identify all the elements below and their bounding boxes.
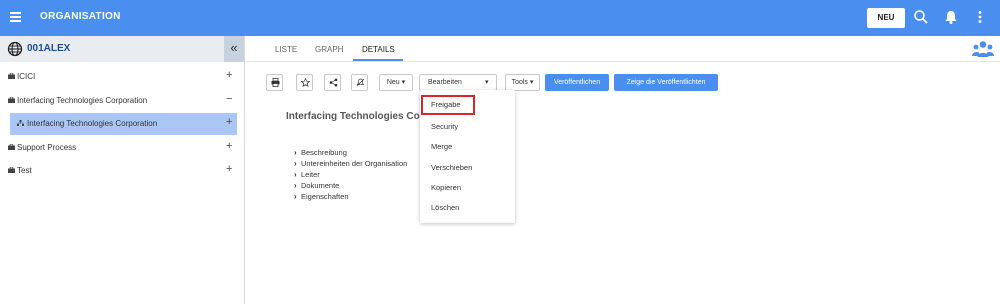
section-untereinheiten[interactable]: › Untereinheiten der Organisation bbox=[294, 159, 407, 170]
section-label: Beschreibung bbox=[301, 148, 347, 157]
menu-icon[interactable] bbox=[10, 12, 21, 22]
chevron-right-icon: › bbox=[294, 192, 297, 201]
section-dokumente[interactable]: › Dokumente bbox=[294, 181, 407, 192]
tab-details[interactable]: DETAILS bbox=[362, 45, 395, 54]
new-button[interactable]: NEU bbox=[867, 8, 905, 28]
details-sections: › Beschreibung › Untereinheiten der Organi… bbox=[294, 148, 407, 203]
briefcase-icon bbox=[8, 97, 15, 103]
sidebar-item-label: ICICI bbox=[17, 72, 36, 81]
bell-icon[interactable] bbox=[943, 9, 959, 25]
expand-toggle[interactable]: + bbox=[226, 140, 232, 152]
users-group-icon[interactable] bbox=[972, 40, 994, 58]
section-leiter[interactable]: › Leiter bbox=[294, 170, 407, 181]
chevron-right-icon: › bbox=[294, 159, 297, 168]
star-icon bbox=[301, 78, 310, 87]
sidebar: 001ALEX « ICICI + Interfacing Technologi… bbox=[0, 36, 245, 304]
no-notification-icon bbox=[356, 78, 365, 87]
sidebar-item-label: Test bbox=[17, 166, 32, 175]
collapse-sidebar-button[interactable]: « bbox=[224, 36, 244, 62]
show-published-button[interactable]: Zeige die Veröffentlichten bbox=[614, 74, 718, 91]
bearbeiten-label: Bearbeiten bbox=[428, 79, 462, 86]
expand-toggle[interactable]: + bbox=[226, 69, 232, 81]
neu-dropdown-button[interactable]: Neu ▾ bbox=[379, 74, 413, 91]
menu-item-kopieren[interactable]: Kopieren bbox=[420, 178, 515, 198]
publish-button[interactable]: Veröffentlichen bbox=[545, 74, 609, 91]
sidebar-item-interfacing-parent[interactable]: Interfacing Technologies Corporation − bbox=[0, 90, 244, 112]
sidebar-item-icici[interactable]: ICICI + bbox=[0, 66, 244, 88]
expand-toggle[interactable]: + bbox=[226, 163, 232, 175]
chevron-right-icon: › bbox=[294, 170, 297, 179]
section-label: Eigenschaften bbox=[301, 192, 349, 201]
share-button[interactable] bbox=[324, 74, 341, 91]
section-beschreibung[interactable]: › Beschreibung bbox=[294, 148, 407, 159]
menu-item-verschieben[interactable]: Verschieben bbox=[420, 158, 515, 178]
menu-item-loeschen[interactable]: Löschen bbox=[420, 198, 515, 218]
expand-toggle[interactable]: + bbox=[226, 116, 232, 128]
print-button[interactable] bbox=[266, 74, 283, 91]
section-label: Dokumente bbox=[301, 181, 340, 190]
search-icon[interactable] bbox=[913, 9, 929, 25]
tab-graph[interactable]: GRAPH bbox=[315, 45, 343, 54]
organisation-title: Interfacing Technologies Corp bbox=[286, 111, 430, 122]
favorite-button[interactable] bbox=[296, 74, 313, 91]
chevron-down-icon: ▾ bbox=[485, 79, 489, 86]
print-icon bbox=[271, 78, 280, 87]
top-app-bar: ORGANISATION NEU bbox=[0, 0, 1000, 36]
menu-item-freigabe[interactable]: Freigabe bbox=[421, 95, 475, 115]
tabs-divider bbox=[247, 61, 1000, 62]
section-label: Leiter bbox=[301, 170, 320, 179]
tab-liste[interactable]: LISTE bbox=[275, 45, 297, 54]
sidebar-item-test[interactable]: Test + bbox=[0, 160, 244, 182]
collapse-toggle[interactable]: − bbox=[226, 93, 232, 105]
briefcase-icon bbox=[8, 144, 15, 150]
globe-icon bbox=[7, 41, 23, 57]
section-eigenschaften[interactable]: › Eigenschaften bbox=[294, 192, 407, 203]
menu-item-security[interactable]: Security bbox=[420, 117, 515, 137]
bearbeiten-dropdown-button[interactable]: Bearbeiten ▾ bbox=[419, 74, 497, 91]
section-label: Untereinheiten der Organisation bbox=[301, 159, 408, 168]
sidebar-item-label: Interfacing Technologies Corporation bbox=[17, 96, 148, 105]
org-chart-icon bbox=[17, 120, 24, 126]
menu-item-merge[interactable]: Merge bbox=[420, 137, 515, 157]
briefcase-icon bbox=[8, 73, 15, 79]
share-icon bbox=[329, 78, 338, 87]
app-title: ORGANISATION bbox=[40, 11, 121, 22]
tools-dropdown-button[interactable]: Tools ▾ bbox=[505, 74, 540, 91]
sidebar-header: 001ALEX « bbox=[0, 36, 244, 62]
more-vertical-icon[interactable] bbox=[972, 9, 988, 25]
sidebar-title[interactable]: 001ALEX bbox=[27, 43, 70, 54]
bearbeiten-menu: Freigabe Security Merge Verschieben Kopi… bbox=[420, 90, 515, 223]
sidebar-item-support-process[interactable]: Support Process + bbox=[0, 137, 244, 159]
sidebar-item-label: Support Process bbox=[17, 143, 77, 152]
sidebar-item-interfacing-child[interactable]: Interfacing Technologies Corporation + bbox=[10, 113, 237, 135]
notification-toggle-button[interactable] bbox=[351, 74, 368, 91]
sidebar-item-label: Interfacing Technologies Corporation bbox=[27, 119, 158, 128]
chevron-right-icon: › bbox=[294, 148, 297, 157]
chevron-right-icon: › bbox=[294, 181, 297, 190]
briefcase-icon bbox=[8, 167, 15, 173]
